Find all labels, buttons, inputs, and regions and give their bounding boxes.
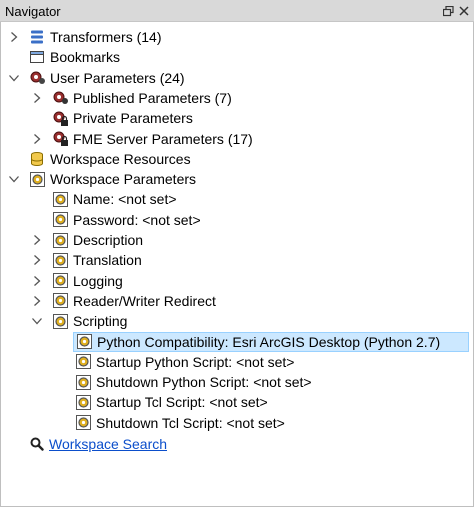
database-icon	[28, 150, 46, 168]
tree-item-label: Workspace Resources	[50, 150, 191, 167]
tree-item[interactable]: Workspace Resources	[1, 149, 473, 169]
workspace-search-row[interactable]: Workspace Search	[1, 434, 473, 454]
navigator-titlebar: Navigator	[0, 0, 474, 22]
tree-item[interactable]: Translation	[1, 250, 473, 270]
tree-item[interactable]: Shutdown Python Script: <not set>	[1, 372, 473, 392]
parameter-icon	[51, 211, 69, 229]
parameter-icon	[74, 414, 92, 432]
tree-item-label: Published Parameters (7)	[73, 89, 232, 106]
tree-item[interactable]: Name: <not set>	[1, 189, 473, 209]
parameter-icon	[51, 292, 69, 310]
user-parameters-icon	[28, 69, 46, 87]
tree-item-label: FME Server Parameters (17)	[73, 130, 253, 147]
tree-item[interactable]: Startup Tcl Script: <not set>	[1, 392, 473, 412]
private-parameters-icon	[51, 109, 69, 127]
tree-item[interactable]: Password: <not set>	[1, 210, 473, 230]
tree-item[interactable]: Description	[1, 230, 473, 250]
tree-item[interactable]: Published Parameters (7)	[1, 88, 473, 108]
workspace-parameters-icon	[28, 170, 46, 188]
chevron-down-icon[interactable]	[31, 315, 43, 327]
tree-item[interactable]: Scripting	[1, 311, 473, 331]
tree-item-label: Workspace Parameters	[50, 171, 197, 188]
parameter-icon	[74, 373, 92, 391]
chevron-right-icon[interactable]	[31, 295, 43, 307]
tree-item[interactable]: Workspace Parameters	[1, 169, 473, 189]
parameter-icon	[51, 312, 69, 330]
restore-window-icon[interactable]	[441, 4, 455, 18]
tree-item-label: Shutdown Tcl Script: <not set>	[96, 414, 285, 431]
published-parameters-icon	[51, 89, 69, 107]
tree-item[interactable]: Reader/Writer Redirect	[1, 291, 473, 311]
tree-item[interactable]: Private Parameters	[1, 108, 473, 128]
tree-item-label: User Parameters (24)	[50, 69, 185, 86]
chevron-right-icon[interactable]	[31, 133, 43, 145]
tree-item-label: Startup Python Script: <not set>	[96, 353, 295, 370]
chevron-right-icon[interactable]	[31, 275, 43, 287]
parameter-icon	[51, 272, 69, 290]
chevron-right-icon[interactable]	[31, 254, 43, 266]
parameter-icon	[51, 251, 69, 269]
parameter-icon	[74, 393, 92, 411]
chevron-right-icon[interactable]	[8, 31, 20, 43]
tree-item-label: Private Parameters	[73, 110, 193, 127]
tree-item[interactable]: User Parameters (24)	[1, 68, 473, 88]
workspace-search-link[interactable]: Workspace Search	[49, 436, 167, 452]
tree-item-label: Password: <not set>	[73, 211, 201, 228]
panel-title: Navigator	[5, 4, 61, 19]
search-icon	[28, 435, 46, 453]
transformers-icon	[28, 28, 46, 46]
parameter-icon	[75, 333, 93, 351]
tree-item-label: Python Compatibility: Esri ArcGIS Deskto…	[97, 333, 441, 350]
tree-item[interactable]: Python Compatibility: Esri ArcGIS Deskto…	[73, 331, 469, 352]
tree-item-label: Logging	[73, 272, 123, 289]
chevron-down-icon[interactable]	[8, 173, 20, 185]
tree-item-label: Description	[73, 232, 144, 248]
parameter-icon	[51, 231, 69, 249]
server-parameters-icon	[51, 130, 69, 148]
tree-item-label: Startup Tcl Script: <not set>	[96, 394, 268, 411]
tree-item[interactable]: Logging	[1, 271, 473, 291]
tree-item-label: Scripting	[73, 313, 128, 330]
tree-item-label: Name: <not set>	[73, 191, 177, 208]
tree-item[interactable]: Shutdown Tcl Script: <not set>	[1, 413, 473, 433]
tree-item[interactable]: Transformers (14)	[1, 27, 473, 47]
parameter-icon	[74, 353, 92, 371]
bookmark-icon	[28, 48, 46, 66]
tree-item-label: Shutdown Python Script: <not set>	[96, 374, 312, 391]
parameter-icon	[51, 190, 69, 208]
close-icon[interactable]	[457, 4, 471, 18]
tree-item[interactable]: Startup Python Script: <not set>	[1, 352, 473, 372]
tree-item-label: Reader/Writer Redirect	[73, 292, 216, 309]
chevron-down-icon[interactable]	[8, 72, 20, 84]
tree-item[interactable]: FME Server Parameters (17)	[1, 129, 473, 149]
tree-item-label: Bookmarks	[50, 49, 121, 66]
chevron-right-icon[interactable]	[31, 92, 43, 104]
tree-item-label: Translation	[73, 252, 142, 269]
navigator-tree: Transformers (14) Bookmarks User Parameter…	[0, 22, 474, 507]
tree-item[interactable]: Bookmarks	[1, 47, 473, 67]
chevron-right-icon[interactable]	[31, 234, 43, 246]
tree-item-label: Transformers (14)	[50, 29, 162, 45]
